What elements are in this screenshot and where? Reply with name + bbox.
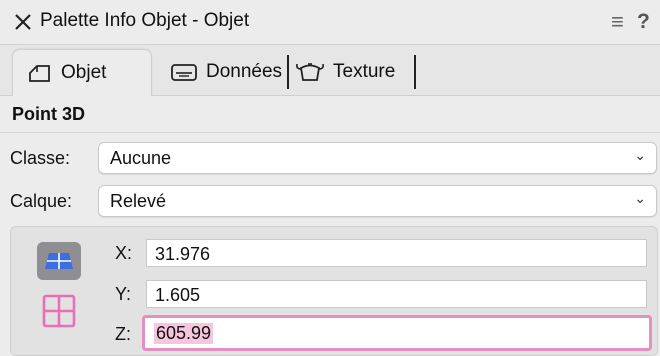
x-label: X: xyxy=(115,243,133,263)
classe-value: Aucune xyxy=(110,148,172,168)
divider xyxy=(0,132,660,133)
z-label: Z: xyxy=(115,324,131,344)
tab-divider xyxy=(414,55,416,89)
tab-bar: Objet Données Texture xyxy=(0,45,660,96)
grid-mode-icon[interactable] xyxy=(41,293,77,329)
calque-select[interactable]: Relevé ⌄ xyxy=(98,185,657,217)
window-title: Palette Info Objet - Objet xyxy=(40,10,250,31)
data-record-icon xyxy=(171,64,197,81)
tab-donnees-label: Données xyxy=(206,61,283,82)
x-coordinate-field[interactable]: 31.976 xyxy=(146,239,647,267)
plane-mode-button[interactable] xyxy=(37,242,81,280)
title-bar: Palette Info Objet - Objet ≡ ? xyxy=(0,0,660,45)
x-value: 31.976 xyxy=(155,244,211,264)
z-value: 605.99 xyxy=(154,323,214,344)
close-icon[interactable] xyxy=(13,12,33,32)
help-button[interactable]: ? xyxy=(637,10,650,34)
hamburger-menu-icon[interactable]: ≡ xyxy=(611,11,624,33)
z-coordinate-field[interactable]: 605.99 xyxy=(142,315,652,351)
classe-label: Classe: xyxy=(10,148,71,168)
coordinates-panel: X: 31.976 Y: 1.605 Z: 605.99 xyxy=(10,226,658,356)
calque-value: Relevé xyxy=(110,191,167,211)
calque-label: Calque: xyxy=(10,191,73,211)
object-info-palette: Palette Info Objet - Objet ≡ ? Objet Don… xyxy=(0,0,660,356)
y-label: Y: xyxy=(115,284,132,304)
chevron-down-icon: ⌄ xyxy=(634,147,646,163)
tab-texture[interactable]: Texture xyxy=(291,49,411,95)
y-coordinate-field[interactable]: 1.605 xyxy=(146,280,647,308)
tab-texture-label: Texture xyxy=(333,61,396,82)
y-value: 1.605 xyxy=(155,285,201,305)
object-type-title: Point 3D xyxy=(12,104,86,124)
tab-objet-label: Objet xyxy=(61,62,107,83)
chevron-down-icon: ⌄ xyxy=(634,190,646,206)
teapot-texture-icon xyxy=(296,63,324,81)
tab-objet[interactable]: Objet xyxy=(12,49,152,96)
object-shape-icon xyxy=(29,65,50,82)
classe-select[interactable]: Aucune ⌄ xyxy=(98,142,657,174)
tab-donnees[interactable]: Données xyxy=(156,49,286,95)
tab-divider xyxy=(287,55,289,89)
plane-grid-icon xyxy=(45,253,73,269)
